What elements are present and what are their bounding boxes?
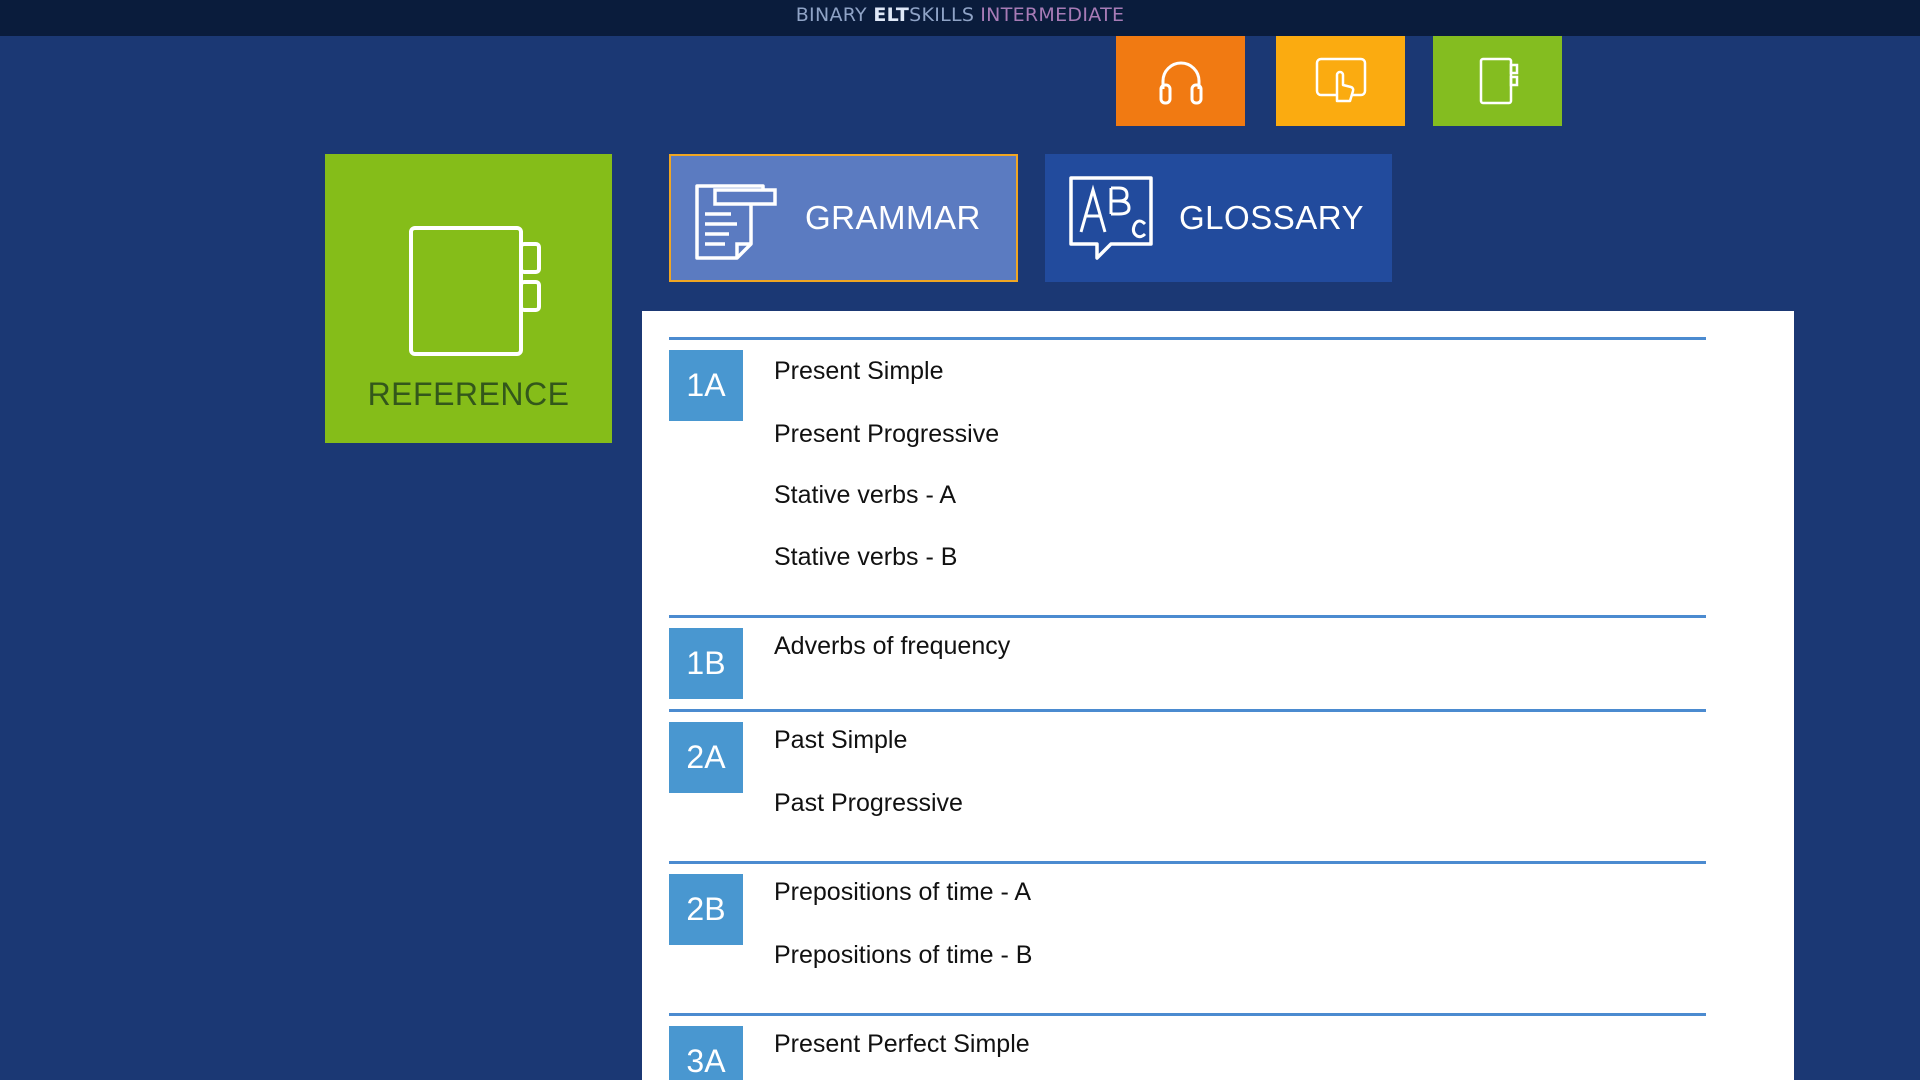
topic-link[interactable]: Past Progressive — [774, 789, 963, 818]
section-divider — [669, 615, 1706, 618]
topic-link[interactable]: Stative verbs - A — [774, 481, 956, 510]
topic-link[interactable]: Present Perfect Simple — [774, 1030, 1030, 1059]
topic-link[interactable]: Adverbs of frequency — [774, 632, 1010, 661]
unit-badge: 3A — [669, 1026, 743, 1080]
brand-skills: SKILLS — [909, 4, 975, 26]
unit-badge: 2B — [669, 874, 743, 945]
section-divider — [669, 861, 1706, 864]
brand-binary: BINARY — [795, 4, 874, 26]
reference-label: REFERENCE — [367, 376, 570, 412]
section-divider — [669, 337, 1706, 340]
touch-hand-icon — [1315, 57, 1366, 103]
tab-glossary[interactable]: GLOSSARY — [1045, 154, 1392, 282]
tab-glossary-label: GLOSSARY — [1179, 199, 1364, 236]
unit-badge: 1A — [669, 350, 743, 421]
notebook-icon — [409, 226, 541, 356]
headphones-icon — [1159, 61, 1202, 105]
app-title: BINARY ELTSKILLS INTERMEDIATE — [0, 0, 1920, 36]
abc-speech-bubble-icon — [1069, 176, 1153, 260]
topic-link[interactable]: Stative verbs - B — [774, 543, 957, 572]
listening-mode-button[interactable] — [1116, 36, 1245, 126]
tab-grammar[interactable]: GRAMMAR — [669, 154, 1018, 282]
unit-badge: 2A — [669, 722, 743, 793]
document-icon — [695, 184, 777, 260]
grammar-topics-panel: 1A Present Simple Present Progressive St… — [642, 311, 1794, 1080]
brand-elt: ELT — [873, 4, 910, 26]
reference-section-tile: REFERENCE — [325, 154, 612, 443]
section-divider — [669, 709, 1706, 712]
notebook-icon — [1479, 57, 1518, 105]
topic-link[interactable]: Present Progressive — [774, 420, 999, 449]
interactive-mode-button[interactable] — [1276, 36, 1405, 126]
reference-mode-button[interactable] — [1433, 36, 1562, 126]
topic-link[interactable]: Present Simple — [774, 357, 944, 386]
topic-link[interactable]: Prepositions of time - A — [774, 878, 1031, 907]
section-divider — [669, 1013, 1706, 1016]
brand-level: INTERMEDIATE — [980, 4, 1125, 26]
unit-badge: 1B — [669, 628, 743, 699]
tab-grammar-label: GRAMMAR — [805, 199, 981, 236]
topic-link[interactable]: Past Simple — [774, 726, 907, 755]
topic-link[interactable]: Prepositions of time - B — [774, 941, 1032, 970]
